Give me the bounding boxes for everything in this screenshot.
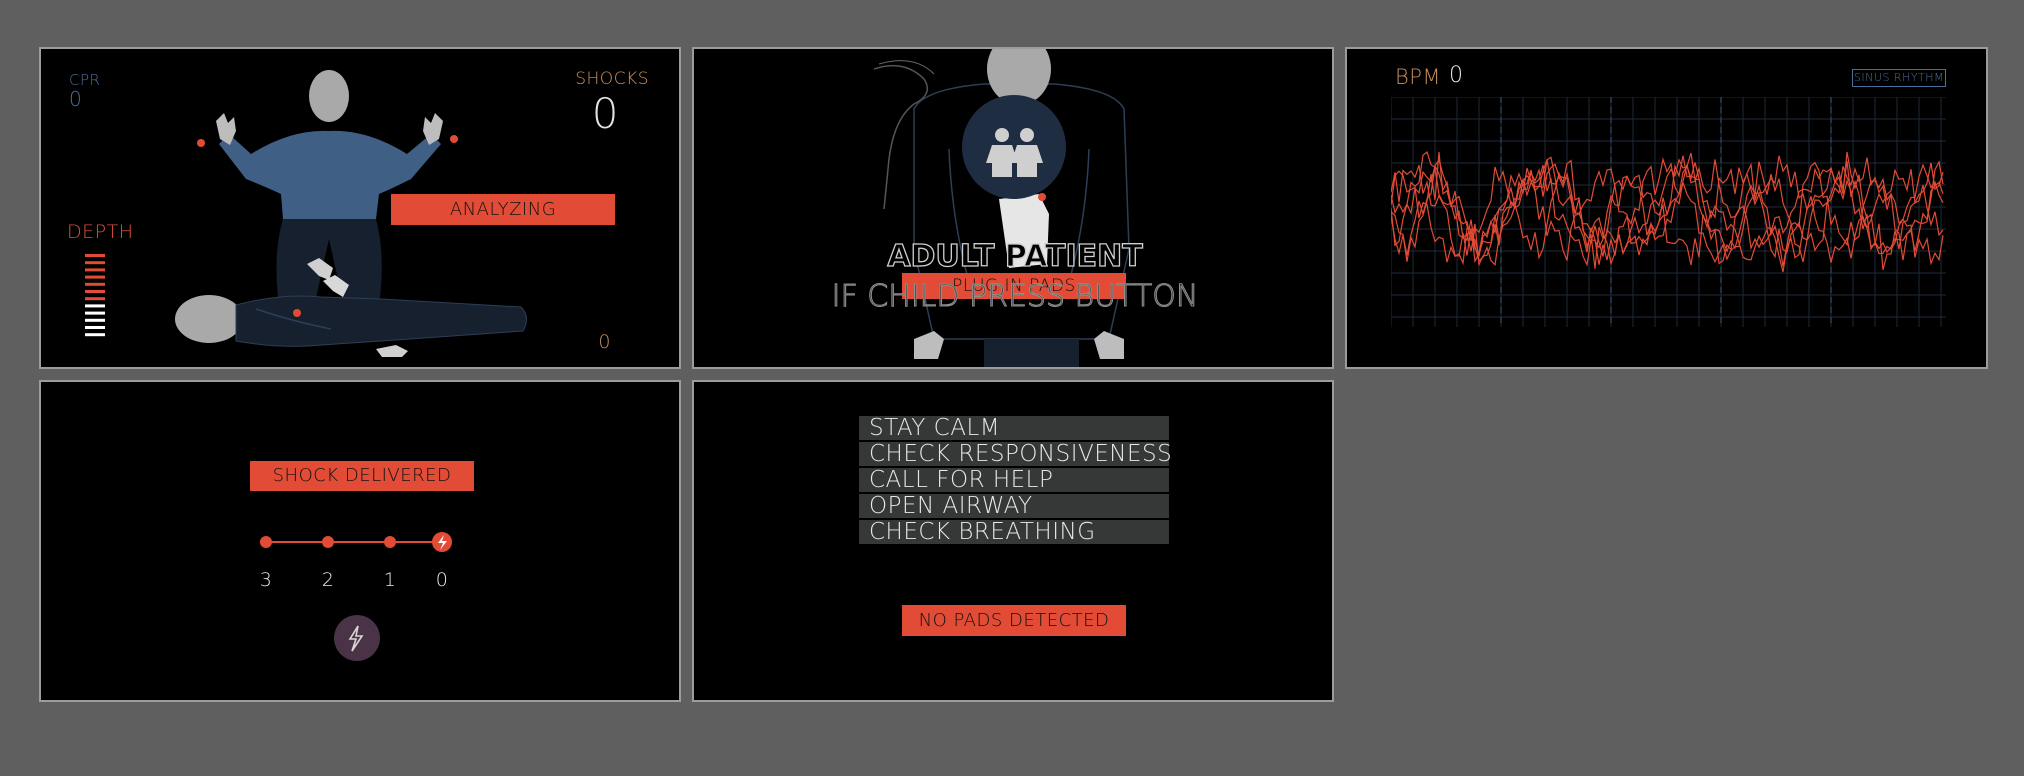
shock-panel: SHOCK DELIVERED 3 2 1 0 [39,380,681,702]
children-icon [986,128,1043,177]
shock-button[interactable] [334,615,380,661]
checklist-item: CHECK BREATHING [859,520,1169,544]
checklist: STAY CALM CHECK RESPONSIVENESS CALL FOR … [859,416,1172,546]
countdown-dot-1 [384,536,396,548]
patient-figure-icon [175,295,527,357]
no-pads-status: NO PADS DETECTED [902,605,1126,636]
bpm-value: 0 [1449,63,1464,88]
bpm-label: BPM [1395,65,1442,89]
countdown-track [260,532,452,552]
depth-bar [85,268,105,272]
lightning-icon [348,625,364,652]
shocks-count: 0 [591,89,619,138]
checklist-panel: STAY CALM CHECK RESPONSIVENESS CALL FOR … [692,380,1334,702]
depth-bar [85,318,105,322]
depth-bar [85,261,105,265]
depth-gauge [85,254,105,337]
countdown-label-0: 0 [435,569,449,591]
checklist-item: CHECK RESPONSIVENESS [859,442,1172,466]
ecg-panel: BPM 0 SINUS RHYTHM [1345,47,1988,369]
ecg-waveform [1391,97,1946,327]
patient-type-title: ADULT PATIENT [887,238,1144,274]
depth-bar [85,333,105,337]
depth-bar [85,282,105,286]
depth-bar [85,304,105,308]
countdown-dot-3 [260,536,272,548]
countdown-dot-2 [322,536,334,548]
cpr-count: 0 [69,87,83,111]
countdown-label-1: 1 [383,569,397,591]
countdown-label-2: 2 [321,569,335,591]
countdown-label-3: 3 [259,569,273,591]
depth-bar [85,290,105,293]
child-instruction: IF CHILD PRESS BUTTON [831,278,1199,314]
checklist-item: OPEN AIRWAY [859,494,1169,518]
depth-label: DEPTH [67,221,134,243]
shocks-label: SHOCKS [575,69,649,89]
child-mode-button[interactable] [962,95,1066,199]
checklist-item: CALL FOR HELP [859,468,1169,492]
patient-type-panel: ADULT PATIENT PLUG IN PADS IF CHILD PRES… [692,47,1334,369]
analyzing-status: ANALYZING [391,194,615,225]
depth-bar [85,254,105,257]
depth-bar [85,275,105,279]
checklist-item: STAY CALM [859,416,1169,440]
cpr-panel: CPR 0 SHOCKS 0 DEPTH 0 ANALYZING [39,47,681,369]
depth-bar [85,326,105,329]
rhythm-label: SINUS RHYTHM [1852,69,1946,87]
depth-bar [85,297,105,301]
compression-count: 0 [598,331,611,353]
shock-delivered-status: SHOCK DELIVERED [250,461,474,491]
depth-bar [85,311,105,315]
